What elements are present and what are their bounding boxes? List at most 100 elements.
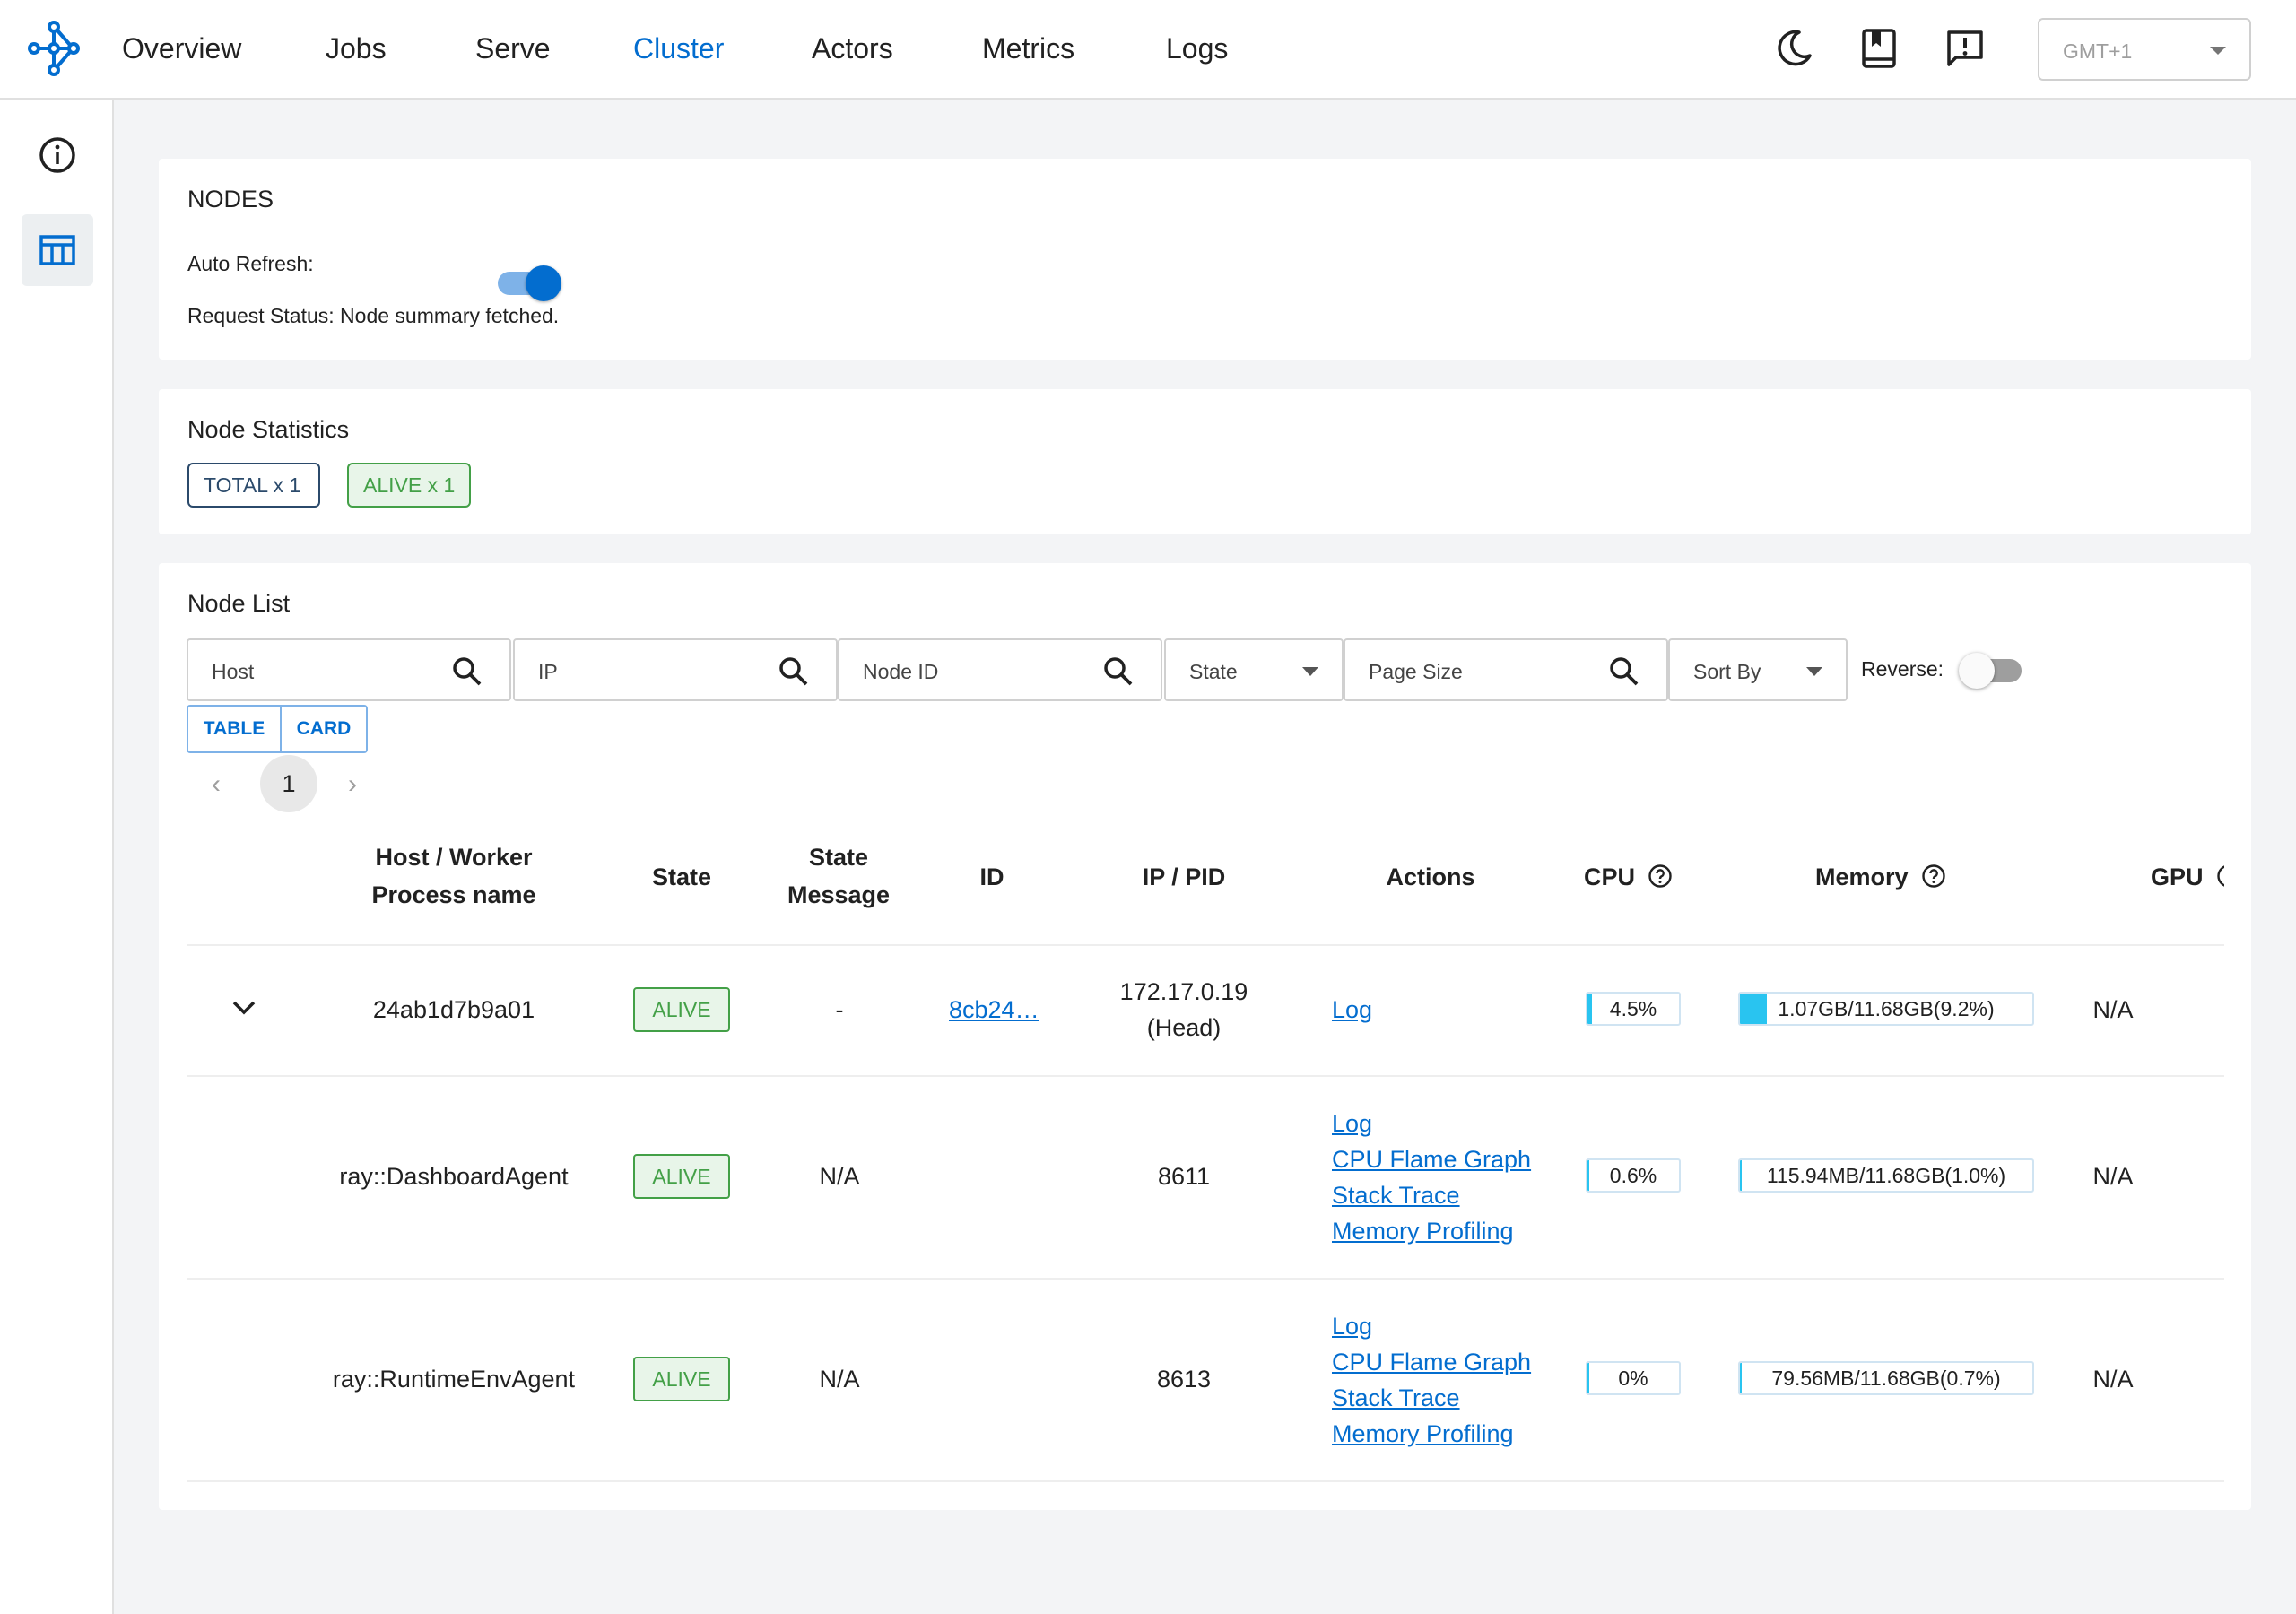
row1-log-link[interactable]: Log (1332, 1106, 1372, 1141)
column-header-cpu[interactable]: CPU (1584, 858, 1683, 896)
column-header-state-message[interactable]: State Message (771, 838, 906, 914)
row2-stack-trace-link[interactable]: Stack Trace (1332, 1380, 1460, 1416)
sort-by-select[interactable]: Sort By (1668, 638, 1848, 701)
row0-host-name: 24ab1d7b9a01 (372, 996, 535, 1023)
row0-node-id-link[interactable]: 8cb24… (949, 992, 1039, 1028)
header-line: Host / Worker (375, 844, 533, 871)
row2-pid: 8613 (1156, 1366, 1212, 1393)
column-header-actions[interactable]: Actions (1345, 858, 1516, 896)
header-label: CPU (1584, 863, 1636, 890)
ray-logo-icon[interactable] (27, 20, 81, 77)
info-icon (39, 137, 75, 173)
nav-jobs[interactable]: Jobs (326, 30, 387, 66)
chevron-down-icon (1806, 667, 1822, 676)
search-icon (453, 657, 482, 686)
row1-gpu: N/A (2092, 1163, 2134, 1190)
row2-state-message: N/A (819, 1366, 860, 1393)
host-filter-input[interactable]: Host (187, 638, 511, 701)
panel-title: NODES (187, 186, 274, 213)
row1-process-name: ray::DashboardAgent (339, 1163, 569, 1190)
table-view-button[interactable]: TABLE (187, 705, 282, 753)
nav-cluster[interactable]: Cluster (633, 30, 724, 66)
header-label: Memory (1815, 863, 1909, 890)
page-1-button[interactable]: 1 (260, 755, 317, 812)
help-icon[interactable] (1921, 863, 1946, 889)
row1-state-message: N/A (819, 1163, 860, 1190)
alive-nodes-chip[interactable]: ALIVE x 1 (347, 463, 471, 508)
auto-refresh-toggle[interactable] (495, 265, 561, 301)
row1-stack-trace-link[interactable]: Stack Trace (1332, 1177, 1460, 1213)
reverse-label: Reverse: (1861, 657, 1944, 681)
usage-text: 79.56MB/11.68GB(0.7%) (1771, 1367, 2001, 1390)
row2-log-link[interactable]: Log (1332, 1308, 1372, 1344)
nav-actors[interactable]: Actors (812, 30, 893, 66)
row-divider (187, 1480, 2224, 1482)
header-line: Process name (371, 881, 536, 908)
usage-text: 1.07GB/11.68GB(9.2%) (1778, 997, 1995, 1020)
auto-refresh-label: Auto Refresh: (187, 252, 314, 275)
column-header-ip-pid[interactable]: IP / PID (1103, 858, 1265, 896)
total-nodes-chip[interactable]: TOTAL x 1 (187, 463, 320, 508)
nav-serve[interactable]: Serve (475, 30, 551, 66)
feedback-icon[interactable] (1944, 27, 1987, 70)
card-view-button[interactable]: CARD (280, 705, 368, 753)
row2-cpu-usage-bar: 0% (1586, 1361, 1681, 1395)
column-header-state[interactable]: State (628, 858, 735, 896)
row0-state-badge: ALIVE (633, 987, 730, 1032)
row2-memory-profiling-link[interactable]: Memory Profiling (1332, 1416, 1514, 1452)
column-header-host[interactable]: Host / Worker Process name (328, 838, 579, 914)
search-icon (1104, 657, 1133, 686)
timezone-select[interactable]: GMT+1 (2038, 18, 2251, 81)
panel-title: Node List (187, 590, 291, 617)
ip-filter-input[interactable]: IP (513, 638, 838, 701)
row-divider (187, 1278, 2224, 1280)
sidebar-item-overview[interactable] (22, 119, 93, 191)
row0-state-message: - (835, 996, 844, 1023)
node-statistics-panel: Node Statistics TOTAL x 1 ALIVE x 1 (159, 389, 2251, 534)
usage-text: 115.94MB/11.68GB(1.0%) (1766, 1164, 2006, 1187)
help-icon[interactable] (1648, 863, 1673, 889)
previous-page-icon[interactable]: ‹ (212, 769, 221, 800)
toggle-knob (526, 265, 561, 301)
nav-logs[interactable]: Logs (1166, 30, 1228, 66)
table-icon (39, 235, 75, 265)
column-header-memory[interactable]: Memory (1815, 858, 1959, 896)
row2-memory-usage-bar: 79.56MB/11.68GB(0.7%) (1738, 1361, 2034, 1395)
input-placeholder: Node ID (863, 660, 939, 683)
row0-gpu: N/A (2092, 996, 2134, 1023)
row2-process-name: ray::RuntimeEnvAgent (332, 1366, 576, 1393)
next-page-icon[interactable]: › (348, 769, 357, 800)
row0-ip-pid: 172.17.0.19 (Head) (1094, 974, 1274, 1046)
help-icon[interactable] (2216, 863, 2224, 889)
nodes-panel: NODES Auto Refresh: Request Status: Node… (159, 159, 2251, 360)
ip-line: (Head) (1146, 1014, 1222, 1041)
nav-metrics[interactable]: Metrics (982, 30, 1074, 66)
header-label: GPU (2151, 863, 2204, 890)
usage-text: 0.6% (1609, 1164, 1657, 1187)
row0-cpu-usage-bar: 4.5% (1586, 992, 1681, 1026)
page-size-input[interactable]: Page Size (1344, 638, 1668, 701)
row0-memory-usage-bar: 1.07GB/11.68GB(9.2%) (1738, 992, 2034, 1026)
column-header-id[interactable]: ID (947, 858, 1037, 896)
row2-cpu-flame-graph-link[interactable]: CPU Flame Graph (1332, 1344, 1531, 1380)
select-label: State (1189, 660, 1238, 683)
row1-memory-profiling-link[interactable]: Memory Profiling (1332, 1213, 1514, 1249)
node-id-filter-input[interactable]: Node ID (838, 638, 1162, 701)
column-header-gpu[interactable]: GPU (2151, 858, 2224, 896)
moon-icon[interactable] (1772, 27, 1815, 70)
chevron-down-icon (1302, 667, 1318, 676)
expand-row-chevron-icon[interactable] (229, 993, 259, 1023)
state-filter-select[interactable]: State (1164, 638, 1344, 701)
row1-pid: 8611 (1157, 1163, 1211, 1190)
input-placeholder: Page Size (1369, 660, 1463, 683)
row-divider (187, 1075, 2224, 1077)
row1-state-badge: ALIVE (633, 1154, 730, 1199)
timezone-value: GMT+1 (2063, 39, 2133, 63)
row1-cpu-flame-graph-link[interactable]: CPU Flame Graph (1332, 1141, 1531, 1177)
nav-overview[interactable]: Overview (122, 30, 241, 66)
row0-log-link[interactable]: Log (1332, 992, 1372, 1028)
book-icon[interactable] (1857, 27, 1900, 70)
sidebar (0, 100, 114, 1614)
reverse-toggle[interactable] (1959, 652, 2025, 689)
sidebar-item-nodes[interactable] (22, 214, 93, 286)
